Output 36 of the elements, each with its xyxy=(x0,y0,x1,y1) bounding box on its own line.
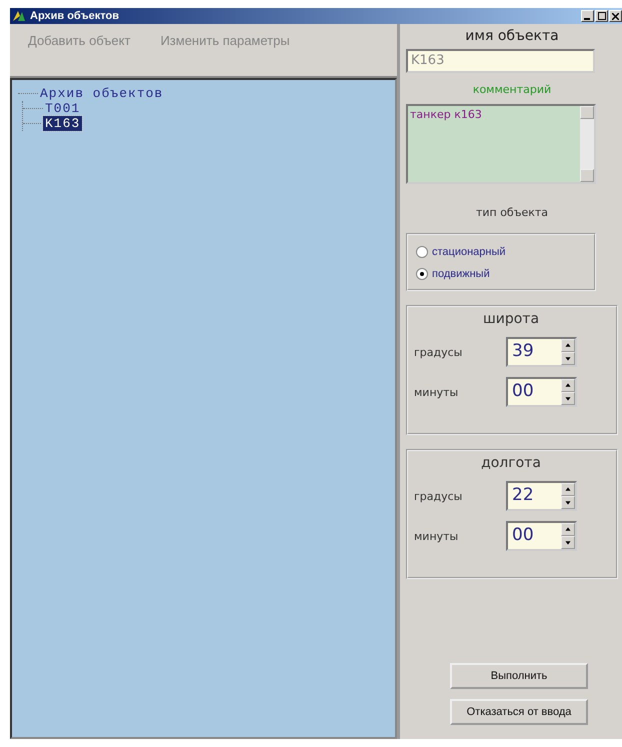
spin-field[interactable]: 00 xyxy=(506,377,577,407)
tree-item[interactable]: K163 xyxy=(43,116,82,131)
comment-field[interactable]: танкер к163 xyxy=(406,104,596,184)
field-label: минуты xyxy=(414,530,460,542)
group-title: долгота xyxy=(480,455,542,471)
spin-up-button[interactable] xyxy=(561,483,575,496)
spin-up-button[interactable] xyxy=(561,523,575,536)
field-caption: комментарий xyxy=(472,83,552,96)
spin-up-button[interactable] xyxy=(561,379,575,392)
radio-option[interactable]: стационарный xyxy=(416,245,594,259)
close-icon xyxy=(612,12,619,20)
field-label: минуты xyxy=(414,386,460,398)
group-title: широта xyxy=(482,311,540,327)
tree-item[interactable]: T001 xyxy=(43,101,82,116)
spin-field[interactable]: 22 xyxy=(506,481,577,511)
app-icon xyxy=(12,10,26,22)
minimize-button[interactable] xyxy=(581,10,594,22)
field-label: градусы xyxy=(414,490,464,502)
tree-item[interactable]: Архив объектов xyxy=(38,86,166,101)
spin-down-button[interactable] xyxy=(561,352,575,365)
field-label: градусы xyxy=(414,346,464,358)
maximize-button[interactable] xyxy=(595,10,608,22)
spin-down-button[interactable] xyxy=(561,536,575,549)
maximize-icon xyxy=(598,12,606,20)
spin-down-button[interactable] xyxy=(561,392,575,405)
spin-field[interactable]: 39 xyxy=(506,337,577,367)
close-button[interactable] xyxy=(609,10,622,22)
action-button[interactable]: Выполнить xyxy=(450,663,588,689)
action-button[interactable]: Отказаться от ввода xyxy=(450,699,588,725)
field-caption: имя объекта xyxy=(464,28,560,44)
spin-down-button[interactable] xyxy=(561,496,575,509)
spin-up-button[interactable] xyxy=(561,339,575,352)
field-caption: тип объекта xyxy=(474,206,550,219)
spin-field[interactable]: 00 xyxy=(506,521,577,551)
window-title: Архив объектов xyxy=(30,10,119,22)
radio-option[interactable]: подвижный xyxy=(416,267,594,281)
